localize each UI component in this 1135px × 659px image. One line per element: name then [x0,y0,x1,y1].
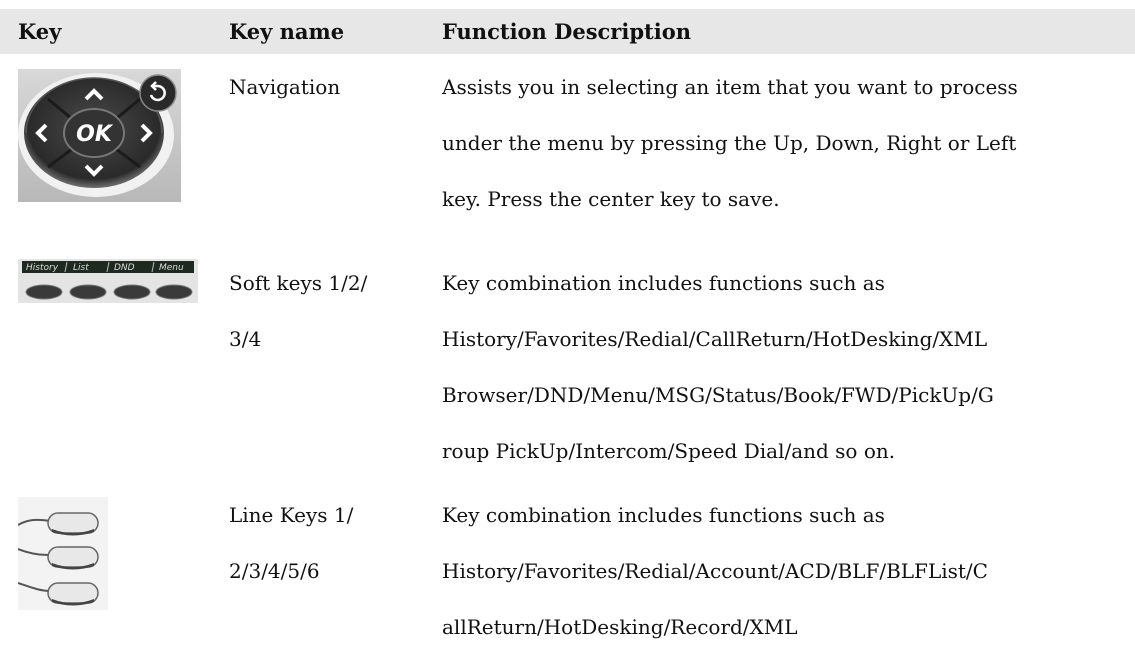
soft-keys-icon: History List DND Menu [18,259,198,303]
key-name-soft-keys: Soft keys 1/2/ 3/4 [229,271,368,351]
header-key-name: Key name [229,19,345,44]
svg-text:List: List [73,263,89,273]
header-function-description: Function Description [442,19,691,44]
svg-text:Menu: Menu [159,263,184,273]
description-navigation: Assists you in selecting an item that yo… [442,75,1018,211]
table-header: Key Key name Function Description [0,9,1135,54]
description-line-keys: Key combination includes functions such … [442,503,988,639]
key-name-line-keys: Line Keys 1/ 2/3/4/5/6 [229,503,354,583]
svg-text:DND: DND [114,263,135,273]
navigation-keypad-icon: OK [18,69,181,202]
line-keys-icon [18,497,108,610]
key-name-navigation: Navigation [229,75,341,99]
description-soft-keys: Key combination includes functions such … [442,271,994,463]
header-key: Key [18,19,62,44]
svg-text:History: History [26,263,59,273]
ok-label: OK [76,122,114,147]
